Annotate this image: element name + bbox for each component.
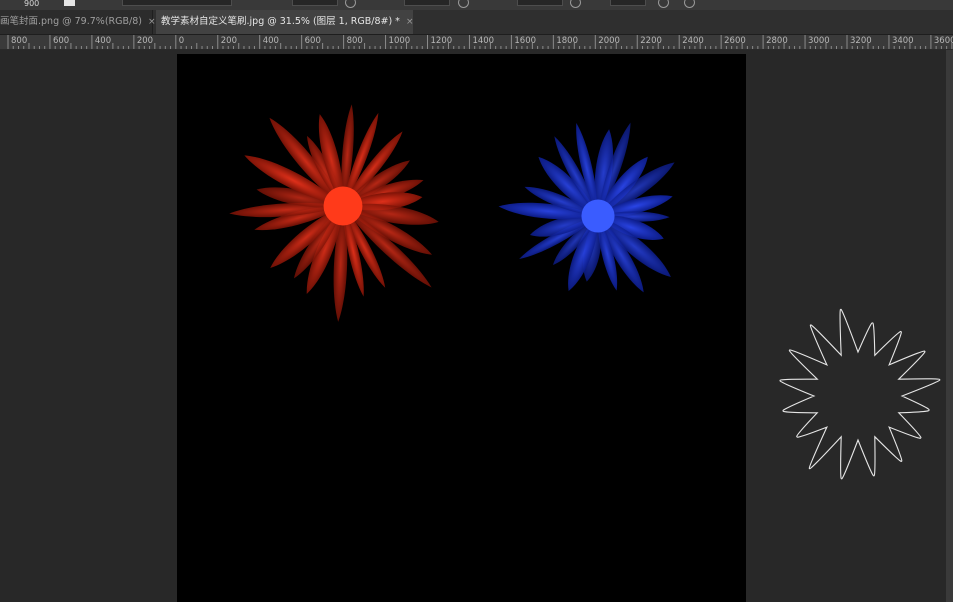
red-flower [229, 104, 439, 322]
horizontal-ruler[interactable]: 800 600 400 200 0 200 400 600 800 1000 1200 1400 160… [0, 35, 953, 50]
flower-center [581, 199, 615, 233]
brush-size-readout[interactable]: 900 [24, 0, 39, 8]
ruler-label: 3200 [850, 36, 872, 46]
angle-field[interactable] [610, 0, 646, 6]
ruler-label: 400 [262, 36, 279, 46]
ruler-label: 600 [52, 36, 70, 46]
symmetry-icon[interactable] [684, 0, 695, 8]
ruler-label: 1600 [514, 36, 537, 46]
tab-document-2[interactable]: 教学素材自定义笔刷.jpg @ 31.5% (图层 1, RGB/8#) * × [156, 10, 413, 34]
smoothing-field[interactable] [517, 0, 563, 6]
ruler-label: 2400 [682, 36, 704, 46]
ruler-label: 600 [304, 36, 321, 46]
ruler-label: 800 [11, 36, 28, 46]
ruler-label: 1000 [388, 36, 411, 46]
brush-preset-icon[interactable] [64, 0, 75, 6]
ruler-label: 3000 [808, 36, 830, 46]
close-icon[interactable]: × [148, 17, 156, 27]
ruler-label: 3400 [891, 36, 914, 46]
document-tab-bar: 画笔封面.png @ 79.7%(RGB/8) × 教学素材自定义笔刷.jpg @… [0, 10, 953, 35]
ruler-label: 800 [346, 36, 363, 46]
ruler-label: 200 [136, 36, 154, 46]
flow-field[interactable] [404, 0, 450, 6]
ruler-label: 2800 [766, 36, 788, 46]
tab-label: 画笔封面.png @ 79.7%(RGB/8) [0, 16, 142, 27]
ruler-label: 200 [220, 36, 237, 46]
canvas-artwork [229, 104, 675, 322]
ruler-label: 3600 [933, 36, 953, 46]
document-canvas[interactable] [177, 54, 746, 602]
opacity-field[interactable] [292, 0, 338, 6]
options-bar: 900 [0, 0, 953, 10]
airbrush-icon[interactable] [458, 0, 469, 8]
tab-document-1[interactable]: 画笔封面.png @ 79.7%(RGB/8) × [0, 10, 156, 34]
smoothing-settings-icon[interactable] [570, 0, 581, 8]
ruler-label: 400 [94, 36, 112, 46]
ruler-label: 0 [178, 36, 185, 46]
flower-center [323, 186, 363, 226]
close-icon[interactable]: × [406, 17, 414, 27]
ruler-label: 2200 [640, 36, 662, 46]
pressure-opacity-icon[interactable] [345, 0, 356, 8]
mode-dropdown[interactable] [122, 0, 232, 6]
ruler-label: 1400 [472, 36, 495, 46]
pressure-size-icon[interactable] [658, 0, 669, 8]
ruler-label: 1800 [556, 36, 578, 46]
brush-tip-outline-cursor-icon [779, 308, 941, 480]
ruler-label: 2600 [724, 36, 746, 46]
tab-label: 教学素材自定义笔刷.jpg @ 31.5% (图层 1, RGB/8#) * [161, 16, 400, 27]
blue-flower [498, 122, 675, 293]
ruler-label: 1200 [430, 36, 453, 46]
ruler-label: 2000 [598, 36, 620, 46]
